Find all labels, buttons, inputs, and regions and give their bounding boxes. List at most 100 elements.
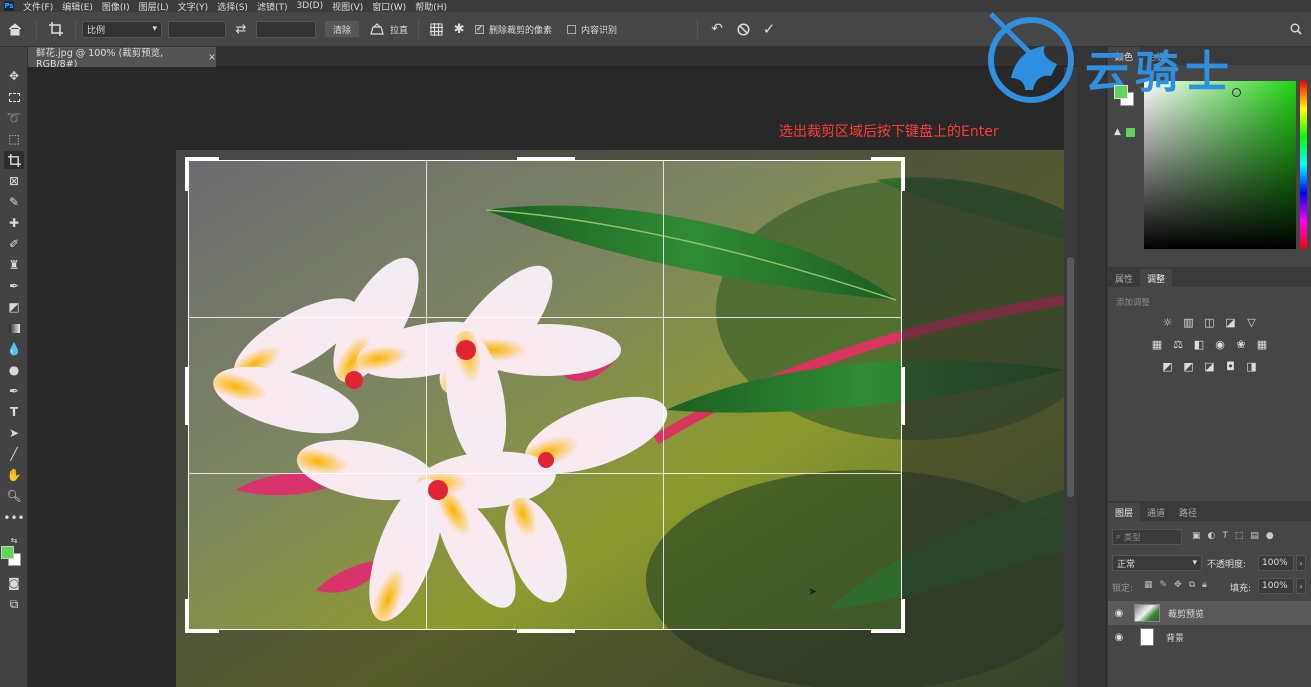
document-tab[interactable]: 鲜花.jpg @ 100% (裁剪预览, RGB/8#) × [28, 47, 216, 70]
canvas-scrollbar[interactable] [1064, 67, 1077, 687]
pen-icon[interactable]: ✒ [4, 382, 24, 400]
gear-icon[interactable]: ✱ [447, 22, 471, 37]
delete-cropped-checkbox[interactable]: ✓ [475, 24, 485, 34]
foreground-color-swatch[interactable] [1, 546, 14, 559]
crop-icon[interactable] [43, 22, 69, 36]
hue-saturation-icon[interactable]: ▦ [1149, 337, 1166, 351]
tab-channels[interactable]: 通道 [1140, 503, 1172, 521]
brightness-icon[interactable]: ☼ [1159, 315, 1176, 329]
adjustment-filter-icon[interactable]: ◐ [1208, 531, 1216, 541]
layer-filter-select[interactable]: ⌕ 类型 [1112, 529, 1182, 545]
color-balance-icon[interactable]: ⚖ [1170, 337, 1187, 351]
lock-position-icon[interactable]: ✥ [1174, 580, 1182, 590]
type-filter-icon[interactable]: T [1222, 531, 1228, 541]
crop-handle-bottom[interactable] [517, 629, 575, 633]
crop-handle-bottom-right[interactable] [871, 629, 905, 633]
tab-layers[interactable]: 图层 [1108, 503, 1141, 521]
gradient-map-icon[interactable]: ◨ [1243, 359, 1260, 373]
crop-handle-bottom-right[interactable] [901, 599, 905, 633]
visibility-eye-icon[interactable]: ◉ [1108, 632, 1130, 643]
path-select-icon[interactable]: ➤ [4, 424, 24, 442]
channel-mixer-icon[interactable]: ❀ [1233, 337, 1250, 351]
menu-image[interactable]: 图像(I) [102, 0, 130, 13]
brush-icon[interactable]: ✐ [4, 235, 24, 253]
crop-handle-top-right[interactable] [901, 157, 905, 191]
black-white-icon[interactable]: ◧ [1191, 337, 1208, 351]
chevron-down-icon[interactable]: › [1296, 578, 1306, 594]
crop-handle-bottom-left[interactable] [185, 599, 189, 633]
crop-tool-icon[interactable] [4, 151, 24, 169]
zoom-tool-icon[interactable]: 🔍︎ [4, 487, 24, 505]
levels-icon[interactable]: ▥ [1180, 315, 1197, 329]
move-tool-icon[interactable]: ✥ [4, 67, 24, 85]
delete-cropped-label[interactable]: 删除裁剪的像素 [489, 23, 552, 36]
crop-handle-top[interactable] [517, 157, 575, 161]
hue-slider[interactable] [1300, 81, 1307, 249]
grid-icon[interactable] [425, 22, 447, 36]
ratio-select[interactable]: 比例 ▾ [82, 20, 162, 38]
layer-name[interactable]: 裁剪预览 [1168, 607, 1204, 620]
cancel-icon[interactable] [730, 22, 756, 36]
exposure-icon[interactable]: ◪ [1222, 315, 1239, 329]
content-aware-checkbox[interactable] [567, 24, 577, 34]
canvas-area[interactable]: 选出裁剪区域后按下键盘上的Enter ➤ [28, 67, 1064, 687]
reset-icon[interactable]: ↶ [704, 21, 730, 37]
menu-3d[interactable]: 3D(D) [296, 1, 323, 11]
menu-help[interactable]: 帮助(H) [415, 0, 447, 13]
crop-handle-top-right[interactable] [871, 157, 905, 161]
lasso-tool-icon[interactable]: ➰ [4, 109, 24, 127]
eraser-icon[interactable]: ◩ [4, 298, 24, 316]
threshold-icon[interactable]: ◪ [1201, 359, 1218, 373]
scrollbar-thumb[interactable] [1067, 257, 1074, 497]
hand-tool-icon[interactable]: ✋ [4, 466, 24, 484]
lock-pixels-icon[interactable]: ✎ [1160, 580, 1168, 590]
screen-mode-icon[interactable]: ⧉ [4, 595, 24, 613]
straighten-label[interactable]: 拉直 [390, 23, 408, 36]
layer-name[interactable]: 背景 [1166, 631, 1184, 644]
tab-properties[interactable]: 属性 [1108, 269, 1140, 287]
color-lookup-icon[interactable]: ▦ [1254, 337, 1271, 351]
menu-type[interactable]: 文字(Y) [178, 0, 209, 13]
lock-transparency-icon[interactable]: ▦ [1144, 580, 1153, 590]
close-icon[interactable]: × [208, 52, 216, 63]
gradient-icon[interactable] [4, 319, 24, 337]
menu-window[interactable]: 窗口(W) [372, 0, 406, 13]
frame-tool-icon[interactable]: ⊠ [4, 172, 24, 190]
foreground-swatch[interactable] [1114, 85, 1128, 99]
invert-icon[interactable]: ◩ [1159, 359, 1176, 373]
selective-color-icon[interactable]: ◘ [1222, 359, 1239, 373]
crop-handle-right[interactable] [901, 367, 905, 425]
menu-layer[interactable]: 图层(L) [139, 0, 169, 13]
crop-handle-bottom-left[interactable] [185, 629, 219, 633]
straighten-icon[interactable] [364, 23, 390, 35]
tab-paths[interactable]: 路径 [1172, 503, 1204, 521]
object-select-tool-icon[interactable]: ⬚ [4, 130, 24, 148]
swap-icon[interactable]: ⇄ [226, 22, 256, 37]
dodge-icon[interactable]: ● [4, 361, 24, 379]
filter-toggle-icon[interactable]: ● [1266, 531, 1274, 541]
crop-handle-top-left[interactable] [185, 157, 189, 191]
pixel-filter-icon[interactable]: ▣ [1192, 531, 1201, 541]
ratio-width-input[interactable] [168, 20, 226, 38]
healing-brush-icon[interactable]: ✚ [4, 214, 24, 232]
shape-filter-icon[interactable]: ⬚ [1235, 531, 1244, 541]
history-brush-icon[interactable]: ✒ [4, 277, 24, 295]
menu-select[interactable]: 选择(S) [217, 0, 248, 13]
eyedropper-icon[interactable]: ✎ [4, 193, 24, 211]
vibrance-icon[interactable]: ▽ [1243, 315, 1260, 329]
check-icon[interactable]: ✓ [756, 20, 782, 38]
menu-edit[interactable]: 编辑(E) [62, 0, 93, 13]
smart-filter-icon[interactable]: ▤ [1250, 531, 1259, 541]
clone-stamp-icon[interactable]: ♜ [4, 256, 24, 274]
home-icon[interactable] [0, 22, 30, 36]
chevron-down-icon[interactable]: › [1296, 555, 1306, 571]
marquee-tool-icon[interactable] [4, 88, 24, 106]
tab-adjustments[interactable]: 调整 [1140, 269, 1173, 287]
blur-icon[interactable]: 💧 [4, 340, 24, 358]
photo-filter-icon[interactable]: ◉ [1212, 337, 1229, 351]
crop-handle-left[interactable] [185, 367, 189, 425]
curves-icon[interactable]: ◫ [1201, 315, 1218, 329]
websafe-swatch[interactable] [1126, 128, 1135, 137]
crop-box[interactable] [185, 157, 905, 633]
ratio-height-input[interactable] [256, 20, 316, 38]
